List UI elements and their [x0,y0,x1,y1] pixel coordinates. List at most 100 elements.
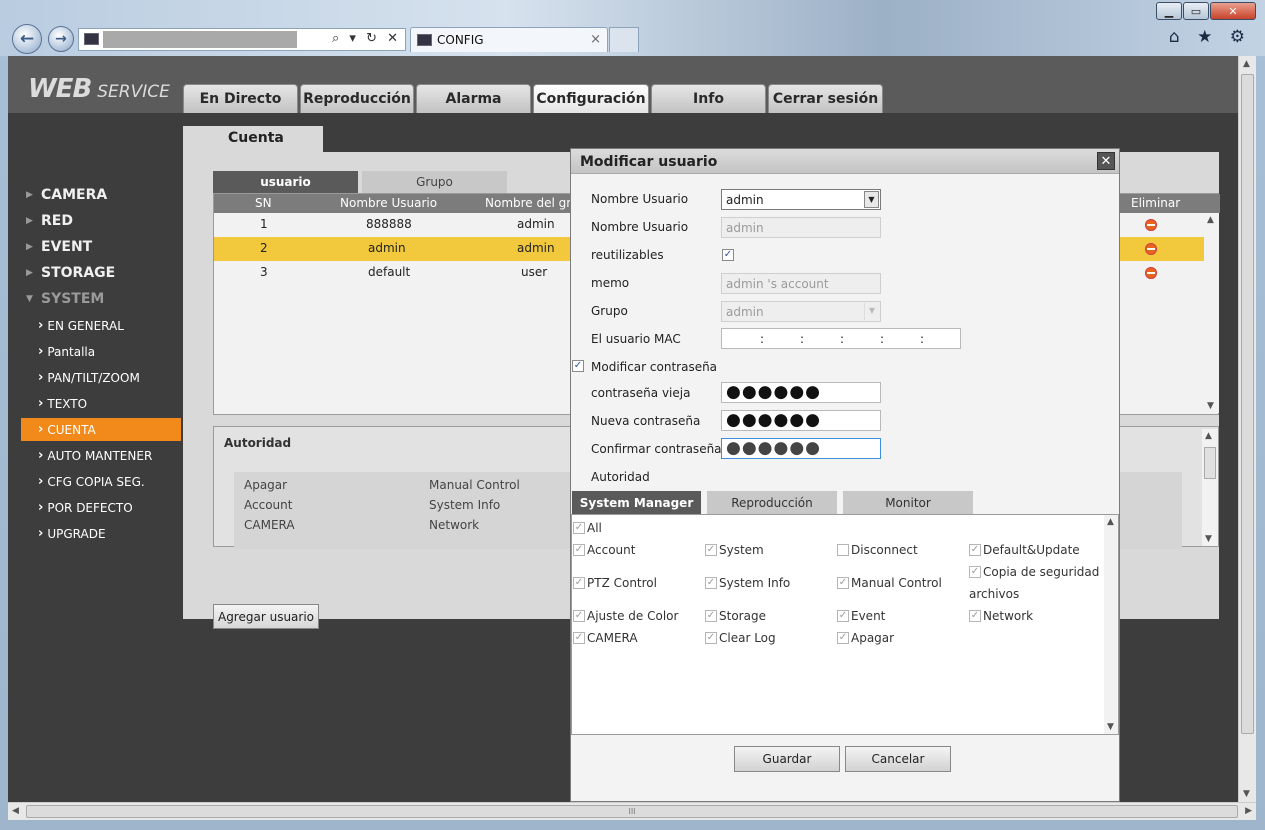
autoridad-scrollbar[interactable]: ▲ ▼ [1202,429,1218,546]
tab-system-manager[interactable]: System Manager [572,491,701,514]
mac-input[interactable]: : : : : : [721,328,961,349]
checkbox[interactable]: ✓ [573,610,585,622]
perm-clear-log[interactable]: ✓ Clear Log [705,631,776,645]
group-select[interactable]: admin ▼ [721,301,881,322]
table-scrollbar[interactable]: ▲ ▼ [1204,213,1219,413]
checkbox[interactable]: ✓ [837,632,849,644]
chevron-down-icon[interactable]: ▼ [864,191,879,208]
perm-camera[interactable]: ✓ CAMERA [573,631,638,645]
browser-tab-config[interactable]: CONFIG × [410,27,608,52]
new-password-field[interactable]: ●●●●●● [721,410,881,431]
perm-apagar[interactable]: ✓ Apagar [837,631,894,645]
sidebar-item-event[interactable]: ▶ EVENT [26,235,92,259]
sidebar-item-red[interactable]: ▶ RED [26,209,73,233]
checkbox[interactable]: ✓ [573,632,585,644]
scroll-right-icon[interactable]: ▶ [1245,806,1252,816]
tab-reproduccion[interactable]: Reproducción [300,84,414,113]
page-vertical-scrollbar[interactable]: ▲ ▼ [1238,56,1256,802]
address-actions-icons[interactable]: ⌕ ▾ ↻ ✕ [332,31,401,46]
sidebar-sub-pantalla[interactable]: › Pantalla [21,340,181,363]
tab-cerrar-sesion[interactable]: Cerrar sesión [768,84,883,113]
checkbox[interactable]: ✓ [705,610,717,622]
sidebar-sub-texto[interactable]: › TEXTO [21,392,181,415]
scroll-thumb[interactable]: III [26,805,1238,818]
sidebar-item-system[interactable]: ▼ SYSTEM [26,287,104,311]
tab-usuario[interactable]: usuario [213,171,358,193]
tab-alarma[interactable]: Alarma [416,84,531,113]
tab-info[interactable]: Info [651,84,766,113]
perm-copia-seguridad[interactable]: ✓ Copia de seguridad [969,565,1099,579]
scroll-thumb[interactable] [1204,447,1216,479]
checkbox[interactable]: ✓ [969,544,981,556]
address-bar[interactable]: ⌕ ▾ ↻ ✕ [78,28,406,51]
scroll-up-icon[interactable]: ▲ [1205,431,1212,441]
perm-ajuste-color[interactable]: ✓ Ajuste de Color [573,609,678,623]
checkbox[interactable]: ✓ [705,544,717,556]
tab-cuenta[interactable]: Cuenta [183,126,323,155]
tab-grupo[interactable]: Grupo [362,171,507,193]
scroll-up-icon[interactable]: ▲ [1243,59,1250,69]
new-tab-button[interactable] [609,27,639,52]
home-favorites-tools-icons[interactable]: ⌂ ★ ⚙ [1169,27,1251,47]
memo-field[interactable]: admin 's account [721,273,881,294]
checkbox[interactable]: ✓ [705,577,717,589]
sidebar-sub-auto-mantener[interactable]: › AUTO MANTENER [21,444,181,467]
user-select[interactable]: admin ▼ [721,189,881,210]
sidebar-sub-cfg-copia-seg[interactable]: › CFG COPIA SEG. [21,470,181,493]
forward-button[interactable]: → [48,26,74,52]
confirm-password-field[interactable]: ●●●●●● [721,438,881,459]
minimize-button[interactable]: ▁ [1156,2,1182,20]
tab-monitor[interactable]: Monitor [843,491,973,514]
sidebar-item-storage[interactable]: ▶ STORAGE [26,261,115,285]
scroll-thumb[interactable] [1241,74,1254,734]
perm-ptz-control[interactable]: ✓ PTZ Control [573,576,657,590]
perm-event[interactable]: ✓ Event [837,609,885,623]
address-text-redacted[interactable] [103,31,297,48]
perm-network[interactable]: ✓ Network [969,609,1033,623]
checkbox[interactable]: ✓ [969,566,981,578]
delete-icon[interactable] [1145,219,1157,231]
tab-configuracion[interactable]: Configuración [533,84,649,113]
maximize-button[interactable]: ▭ [1183,2,1209,20]
add-user-button[interactable]: Agregar usuario [213,604,319,629]
page-horizontal-scrollbar[interactable]: ◀ III ▶ [8,802,1256,820]
scroll-down-icon[interactable]: ▼ [1207,401,1214,411]
sidebar-sub-cuenta[interactable]: › CUENTA [21,418,181,441]
scroll-down-icon[interactable]: ▼ [1107,722,1114,732]
checkbox[interactable] [837,544,849,556]
permissions-scrollbar[interactable]: ▲ ▼ [1104,515,1118,734]
delete-icon[interactable] [1145,267,1157,279]
checkbox[interactable]: ✓ [573,522,585,534]
checkbox[interactable]: ✓ [837,577,849,589]
perm-disconnect[interactable]: Disconnect [837,543,918,557]
checkbox[interactable]: ✓ [837,610,849,622]
scroll-down-icon[interactable]: ▼ [1243,789,1250,799]
old-password-field[interactable]: ●●●●●● [721,382,881,403]
perm-system[interactable]: ✓ System [705,543,764,557]
back-button[interactable]: ← [12,24,42,54]
sidebar-sub-upgrade[interactable]: › UPGRADE [21,522,181,545]
scroll-up-icon[interactable]: ▲ [1207,215,1214,225]
perm-default-update[interactable]: ✓ Default&Update [969,543,1080,557]
tab-close-icon[interactable]: × [590,32,601,47]
tab-reproduccion-perm[interactable]: Reproducción [707,491,837,514]
tab-en-directo[interactable]: En Directo [183,84,298,113]
sidebar-sub-en-general[interactable]: › EN GENERAL [21,314,181,337]
save-button[interactable]: Guardar [734,746,840,772]
checkbox[interactable]: ✓ [969,610,981,622]
perm-storage[interactable]: ✓ Storage [705,609,766,623]
sidebar-sub-pan-tilt-zoom[interactable]: › PAN/TILT/ZOOM [21,366,181,389]
user-name-field[interactable]: admin [721,217,881,238]
sidebar-item-camera[interactable]: ▶ CAMERA [26,183,107,207]
scroll-left-icon[interactable]: ◀ [12,806,19,816]
cancel-button[interactable]: Cancelar [845,746,951,772]
delete-icon[interactable] [1145,243,1157,255]
scroll-up-icon[interactable]: ▲ [1107,517,1114,527]
reusable-checkbox[interactable]: ✓ [722,249,734,261]
checkbox[interactable]: ✓ [573,577,585,589]
checkbox[interactable]: ✓ [573,544,585,556]
modify-password-checkbox[interactable]: ✓ [572,360,584,372]
perm-manual-control[interactable]: ✓ Manual Control [837,576,942,590]
close-window-button[interactable]: ✕ [1210,2,1256,20]
checkbox[interactable]: ✓ [705,632,717,644]
